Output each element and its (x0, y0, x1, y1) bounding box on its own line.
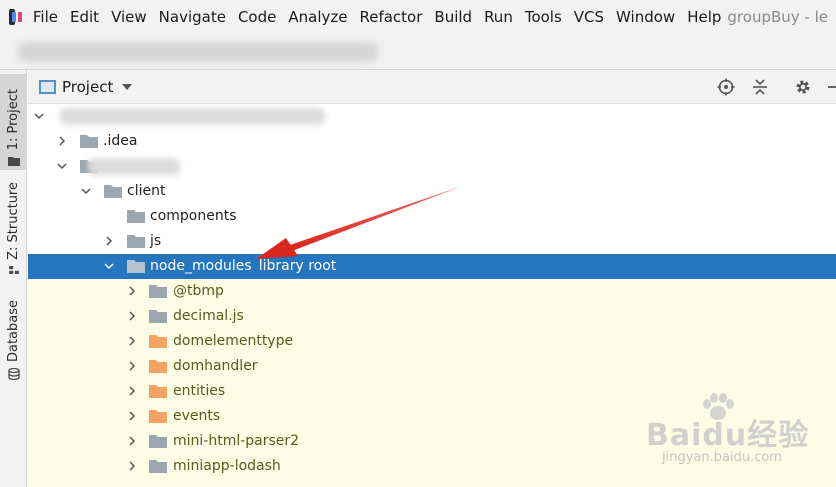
menu-file[interactable]: File (27, 0, 64, 34)
tree-item-label: components (150, 208, 237, 224)
tool-tab-database-label: Database (6, 299, 21, 362)
project-tool-window: Project .idea client components js node_… (28, 70, 836, 487)
tree-row[interactable] (28, 104, 836, 129)
locate-icon[interactable] (717, 78, 735, 96)
tool-tab-structure[interactable]: Z: Structure (0, 182, 27, 278)
library-root-hint: library root (258, 258, 337, 274)
tree-row[interactable]: domhandler (28, 354, 836, 379)
project-panel-title[interactable]: Project (62, 78, 113, 96)
minimize-icon[interactable] (825, 78, 836, 96)
chevron-right-icon[interactable] (126, 310, 138, 322)
intellij-logo-icon (9, 9, 22, 25)
chevron-down-icon[interactable] (33, 110, 45, 122)
tree-row[interactable]: events (28, 404, 836, 429)
tree-item-label: mini-html-parser2 (173, 433, 300, 449)
tree-item-label: .idea (103, 133, 138, 149)
collapse-all-icon[interactable] (751, 78, 769, 96)
folder-icon (149, 435, 167, 448)
folder-icon (149, 310, 167, 323)
tree-item-label: decimal.js (173, 308, 244, 324)
tree-row[interactable]: js (28, 229, 836, 254)
folder-icon (80, 135, 98, 148)
menu-view[interactable]: View (105, 0, 153, 34)
window-title: groupBuy - le (727, 8, 828, 26)
folder-icon (127, 235, 145, 248)
folder-icon (127, 210, 145, 223)
tree-row[interactable]: domelementtype (28, 329, 836, 354)
chevron-right-icon[interactable] (126, 285, 138, 297)
project-panel-header: Project (28, 70, 836, 104)
menu-build[interactable]: Build (428, 0, 478, 34)
menu-edit[interactable]: Edit (64, 0, 105, 34)
folder-icon (149, 410, 167, 423)
menu-code[interactable]: Code (232, 0, 282, 34)
chevron-right-icon[interactable] (126, 360, 138, 372)
chevron-right-icon[interactable] (103, 235, 115, 247)
folder-icon (7, 157, 20, 166)
project-view-icon (39, 79, 56, 94)
node-modules-name: node_modules (150, 258, 252, 274)
tree-row[interactable]: @tbmp (28, 279, 836, 304)
folder-icon (149, 335, 167, 348)
tool-tab-project-label: 1: Project (6, 88, 21, 150)
chevron-right-icon[interactable] (56, 135, 68, 147)
menu-bar: File Edit View Navigate Code Analyze Ref… (0, 0, 836, 34)
gear-icon[interactable] (794, 78, 812, 96)
chevron-right-icon[interactable] (126, 410, 138, 422)
blurred-folder-name (88, 158, 180, 175)
tree-row[interactable]: miniapp-lodash (28, 454, 836, 479)
tree-item-label: js (150, 233, 162, 249)
menu-refactor[interactable]: Refactor (353, 0, 428, 34)
tool-tab-project[interactable]: 1: Project (0, 74, 27, 170)
tree-row[interactable]: .idea (28, 129, 836, 154)
menu-window[interactable]: Window (610, 0, 681, 34)
menu-analyze[interactable]: Analyze (282, 0, 353, 34)
folder-icon (127, 260, 145, 273)
tree-row[interactable] (28, 154, 836, 179)
tool-tab-database[interactable]: Database (0, 298, 27, 384)
tree-row-selected[interactable]: node_modules library root (28, 254, 836, 279)
tree-item-label: @tbmp (173, 283, 224, 299)
structure-icon (8, 265, 19, 274)
tree-row[interactable]: client (28, 179, 836, 204)
tree-item-label: miniapp-lodash (173, 458, 281, 474)
navigation-bar (0, 34, 836, 70)
tool-window-strip: 1: Project Z: Structure Database (0, 70, 27, 487)
folder-icon (149, 360, 167, 373)
folder-icon (149, 285, 167, 298)
chevron-down-icon[interactable] (56, 160, 68, 172)
chevron-down-icon[interactable] (103, 260, 115, 272)
tree-row[interactable]: mini-html-parser2 (28, 429, 836, 454)
tool-tab-structure-label: Z: Structure (6, 182, 21, 260)
menu-run[interactable]: Run (478, 0, 519, 34)
tree-row[interactable]: entities (28, 379, 836, 404)
tree-item-label: events (173, 408, 221, 424)
folder-icon (104, 185, 122, 198)
chevron-down-icon[interactable] (122, 83, 133, 90)
chevron-right-icon[interactable] (126, 385, 138, 397)
chevron-right-icon[interactable] (126, 335, 138, 347)
blurred-root-name (60, 108, 325, 125)
tree-item-label: domelementtype (173, 333, 294, 349)
tree-item-label: node_modules library root (150, 257, 336, 276)
blurred-breadcrumb (18, 42, 378, 62)
tree-row[interactable]: components (28, 204, 836, 229)
folder-icon (149, 385, 167, 398)
tree-row[interactable]: decimal.js (28, 304, 836, 329)
tree-item-label: domhandler (173, 358, 258, 374)
project-tree: .idea client components js node_modules … (28, 104, 836, 487)
database-icon (7, 368, 20, 380)
menu-vcs[interactable]: VCS (568, 0, 610, 34)
tree-item-label: client (127, 183, 166, 199)
menu-tools[interactable]: Tools (519, 0, 568, 34)
chevron-right-icon[interactable] (126, 435, 138, 447)
tree-row-partial (28, 479, 836, 487)
chevron-down-icon[interactable] (80, 185, 92, 197)
menu-navigate[interactable]: Navigate (153, 0, 232, 34)
chevron-right-icon[interactable] (126, 460, 138, 472)
folder-icon (149, 460, 167, 473)
tree-item-label: entities (173, 383, 226, 399)
menu-help[interactable]: Help (681, 0, 727, 34)
